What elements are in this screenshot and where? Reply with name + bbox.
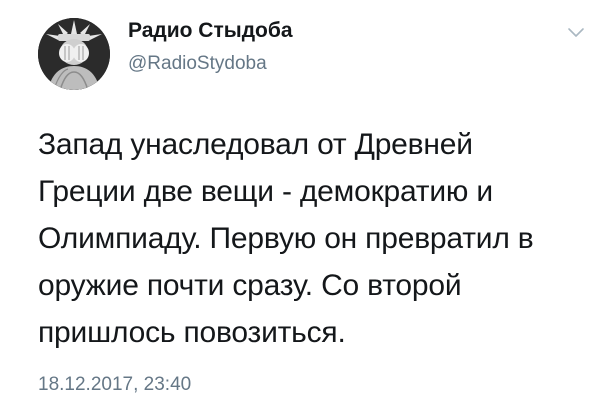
- tweet-timestamp[interactable]: 18.12.2017, 23:40: [38, 374, 191, 396]
- tweet-text-line: Запад унаследовал от Древней: [38, 128, 473, 161]
- author-handle[interactable]: @RadioStydoba: [128, 53, 267, 75]
- statue-of-liberty-avatar-icon: [38, 18, 110, 90]
- chevron-down-icon[interactable]: [566, 26, 586, 40]
- avatar[interactable]: [38, 18, 110, 90]
- tweet-text-line: пришлось повозиться.: [38, 316, 346, 349]
- tweet-text-line: оружие почти сразу. Со второй: [38, 269, 462, 302]
- tweet-text-line: Греции две вещи - демократию и: [38, 175, 493, 208]
- tweet-text-line: Олимпиаду. Первую он превратил в: [38, 222, 534, 255]
- tweet-text: Запад унаследовал от Древней Греции две …: [38, 121, 598, 356]
- author-display-name[interactable]: Радио Стыдоба: [128, 19, 293, 43]
- tweet-card: Радио Стыдоба @RadioStydoba Запад унасле…: [0, 0, 604, 413]
